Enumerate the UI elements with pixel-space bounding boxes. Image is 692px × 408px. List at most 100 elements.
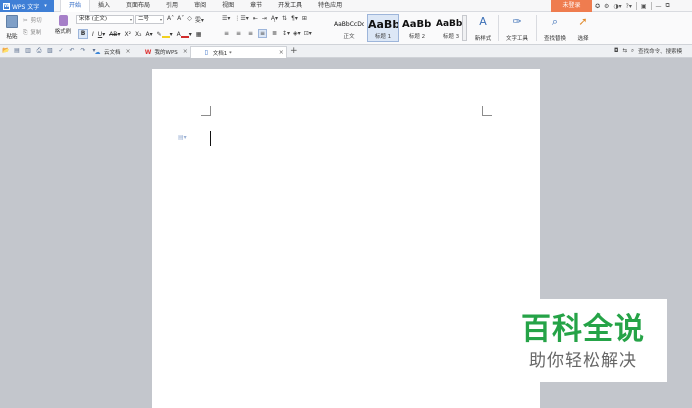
tab-features[interactable]: 特色应用 xyxy=(310,0,350,12)
menu-bar: W WPS 文字 ▾ 开始 插入 页面布局 引用 审阅 视图 章节 开发工具 特… xyxy=(0,0,692,12)
font-style-row: B I U▾ AB▾ X² X₂ A▾ ✎ ▾ A ▾ ▦ xyxy=(78,29,201,39)
font-name-select[interactable]: 宋体 (正文) ▾ xyxy=(76,15,134,24)
find-replace-button[interactable]: ⌕ 查找替换 xyxy=(540,15,570,42)
share-icon[interactable]: ⇆ xyxy=(622,48,627,54)
increase-indent-icon[interactable]: ⇥ xyxy=(262,15,267,22)
new-style-label: 新样式 xyxy=(474,36,492,42)
settings-icon[interactable]: ⚙ xyxy=(604,3,609,10)
tab-document-1[interactable]: ▯ 文档1 * × xyxy=(189,46,287,58)
decrease-indent-icon[interactable]: ⇤ xyxy=(253,15,258,22)
style-gallery-scroll[interactable] xyxy=(462,15,467,41)
clear-format-icon[interactable]: ◇ xyxy=(187,15,192,24)
tab-cloud-docs[interactable]: ☁ 云文档 × xyxy=(82,46,133,58)
close-icon[interactable]: × xyxy=(125,48,130,55)
tab-home[interactable]: 开始 xyxy=(60,0,91,12)
divider xyxy=(498,15,499,41)
new-tab-button[interactable]: + xyxy=(290,45,298,57)
document-icon: ▯ xyxy=(204,49,208,56)
close-icon[interactable]: × xyxy=(279,49,284,56)
tab-references[interactable]: 引用 xyxy=(158,0,186,12)
app-menu-button[interactable]: W WPS 文字 ▾ xyxy=(0,0,54,12)
open-icon[interactable]: 📂 xyxy=(2,47,10,55)
cloud-icon: ☁ xyxy=(94,48,101,56)
tab-my-wps[interactable]: W 我的WPS × xyxy=(133,46,190,58)
save-as-icon[interactable]: ▥ xyxy=(24,47,32,55)
copy-icon: ⎘ xyxy=(23,30,28,36)
divider xyxy=(635,2,637,10)
align-left-icon[interactable]: ≡ xyxy=(222,29,231,38)
show-marks-icon[interactable]: ¶▾ xyxy=(291,15,298,22)
font-color-icon[interactable]: A ▾ xyxy=(177,31,192,38)
borders-icon[interactable]: ⊡▾ xyxy=(304,30,312,37)
style-heading-1[interactable]: AaBb 标题 1 xyxy=(367,14,399,42)
line-spacing-icon[interactable]: ↕▾ xyxy=(282,30,290,37)
tab-developer[interactable]: 开发工具 xyxy=(270,0,310,12)
help-icon[interactable]: ?▾ xyxy=(626,3,632,10)
strikethrough-button[interactable]: AB▾ xyxy=(109,31,120,38)
tab-label: 文档1 * xyxy=(212,50,232,57)
fullscreen-icon[interactable]: ▣ xyxy=(641,3,647,10)
paste-button[interactable]: 粘贴 xyxy=(3,15,21,43)
notification-icon[interactable]: ◘ xyxy=(614,48,618,54)
format-painter-button[interactable]: 格式刷 xyxy=(53,15,73,38)
command-search-input[interactable]: 查找命令、搜索模 xyxy=(638,47,682,55)
undo-icon[interactable]: ↶ xyxy=(68,47,76,55)
tab-insert[interactable]: 插入 xyxy=(90,0,118,12)
tab-view[interactable]: 视图 xyxy=(214,0,242,12)
close-icon[interactable]: × xyxy=(183,48,188,55)
superscript-button[interactable]: X² xyxy=(124,31,131,38)
restore-icon[interactable]: ⧉ xyxy=(666,2,670,10)
font-name-value: 宋体 (正文) xyxy=(79,16,108,22)
highlight-icon[interactable]: ✎ ▾ xyxy=(157,31,173,38)
grow-font-icon[interactable]: A˄ xyxy=(167,15,174,24)
style-heading-2[interactable]: AaBb( 标题 2 xyxy=(401,14,433,42)
italic-button[interactable]: I xyxy=(92,31,94,38)
align-right-icon[interactable]: ≡ xyxy=(246,29,255,38)
text-tools-button[interactable]: ✑ 文字工具 xyxy=(502,15,532,42)
watermark-title: 百科全说 xyxy=(521,312,645,347)
tab-review[interactable]: 审阅 xyxy=(186,0,214,12)
document-tab-bar: 📂 ▤ ▥ ⎙ ▧ ✓ ↶ ↷ ▾ ☁ 云文档 × W 我的WPS × ▯ 文档… xyxy=(0,45,692,58)
tab-label: 我的WPS xyxy=(154,50,178,56)
shrink-font-icon[interactable]: A˅ xyxy=(177,15,184,24)
font-size-select[interactable]: 二号 ▾ xyxy=(135,15,164,24)
print-icon[interactable]: ⎙ xyxy=(35,47,43,55)
login-button[interactable]: 未登录 xyxy=(551,0,592,12)
document-page[interactable]: ▤▾ xyxy=(152,69,540,408)
skin-icon[interactable]: ✪ xyxy=(595,3,600,10)
spell-check-icon[interactable]: ✓ xyxy=(57,47,65,55)
search-icon: ⌕ xyxy=(551,15,559,28)
tab-page-layout[interactable]: 页面布局 xyxy=(118,0,158,12)
shading-icon[interactable]: ◈▾ xyxy=(293,30,301,37)
window-controls: ✪ ⚙ ◑▾ ?▾ ▣ — ⧉ xyxy=(595,0,670,12)
align-center-icon[interactable]: ≡ xyxy=(234,29,243,38)
feedback-icon[interactable]: ◑▾ xyxy=(613,3,621,10)
font-size-value: 二号 xyxy=(138,16,150,22)
sort-icon[interactable]: ⇅ xyxy=(282,15,287,22)
underline-button[interactable]: U▾ xyxy=(98,31,105,38)
minimize-icon[interactable]: — xyxy=(656,3,662,10)
paragraph-options-icon[interactable]: ▤▾ xyxy=(178,134,187,141)
text-effect-icon[interactable]: A▾ xyxy=(145,31,152,38)
print-preview-icon[interactable]: ▧ xyxy=(46,47,54,55)
style-sample: AaBb xyxy=(368,18,398,31)
char-shading-icon[interactable]: ▦ xyxy=(196,31,202,38)
distribute-icon[interactable]: ≣ xyxy=(270,29,279,38)
tab-section[interactable]: 章节 xyxy=(242,0,270,12)
new-style-button[interactable]: A 新样式 xyxy=(470,15,496,42)
justify-icon[interactable]: ≡ xyxy=(258,29,267,38)
wps-icon: W xyxy=(144,48,152,56)
bold-button[interactable]: B xyxy=(78,29,88,39)
bullets-icon[interactable]: ☰▾ xyxy=(222,15,230,22)
table-borders-icon[interactable]: ⊞ xyxy=(302,15,307,22)
select-label: 选择 xyxy=(577,36,589,42)
save-icon[interactable]: ▤ xyxy=(13,47,21,55)
text-direction-icon[interactable]: Ą▾ xyxy=(271,15,278,22)
search-icon[interactable]: ⌕ xyxy=(631,48,634,55)
select-button[interactable]: ➚ 选择 xyxy=(572,15,594,42)
subscript-button[interactable]: X₂ xyxy=(135,31,142,38)
phonetic-icon[interactable]: 雯▾ xyxy=(195,15,204,24)
doc-tabs: ☁ 云文档 × W 我的WPS × ▯ 文档1 * × xyxy=(82,46,287,58)
style-normal[interactable]: AaBbCcDd 正文 xyxy=(333,14,365,42)
numbering-icon[interactable]: ⋮☰▾ xyxy=(234,15,248,22)
